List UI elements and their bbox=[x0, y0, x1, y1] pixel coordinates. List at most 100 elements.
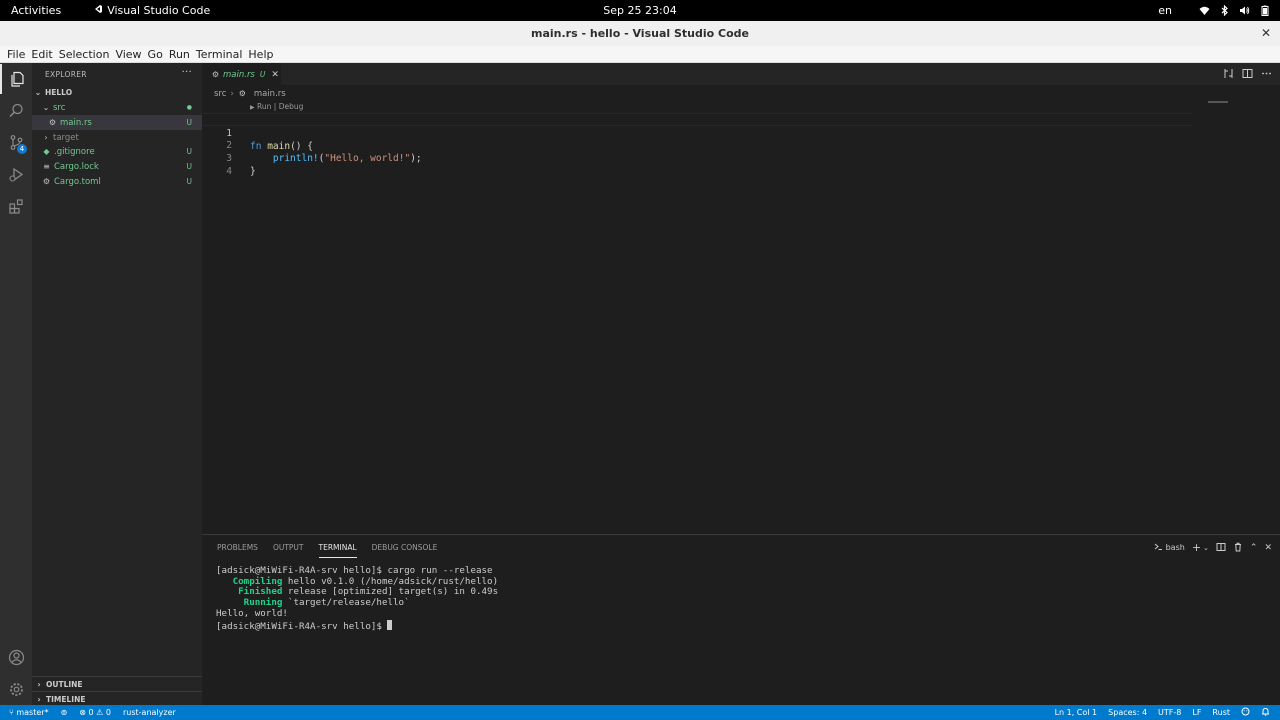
menu-edit[interactable]: Edit bbox=[28, 48, 55, 61]
close-panel-icon[interactable]: ✕ bbox=[1264, 543, 1272, 553]
activity-bar: 4 bbox=[0, 63, 32, 705]
menu-bar: File Edit Selection View Go Run Terminal… bbox=[0, 46, 1280, 63]
tree-item-src[interactable]: ⌄ src ● bbox=[32, 100, 202, 115]
terminal-line: `target/release/hello` bbox=[282, 597, 410, 609]
open-changes-icon[interactable] bbox=[1223, 68, 1234, 79]
terminal-output[interactable]: [adsick@MiWiFi-R4A-srv hello]$ cargo run… bbox=[216, 565, 499, 632]
tree-item-main-rs[interactable]: ⚙ main.rs U bbox=[32, 115, 202, 130]
tab-close-button[interactable]: ✕ bbox=[271, 70, 279, 80]
branch-indicator[interactable]: ⑂ master* bbox=[9, 708, 49, 717]
line-number: 4 bbox=[226, 166, 232, 177]
cursor-position[interactable]: Ln 1, Col 1 bbox=[1055, 708, 1098, 717]
branch-name: master* bbox=[16, 708, 49, 717]
editor-tab-bar: ⚙ main.rs U ✕ bbox=[202, 63, 1280, 85]
battery-icon[interactable] bbox=[1259, 5, 1270, 16]
problems-indicator[interactable]: ⊗ 0 ⚠ 0 bbox=[79, 708, 111, 717]
modified-dot: ● bbox=[186, 104, 192, 111]
lock-file-icon: ≡ bbox=[43, 162, 50, 171]
menu-terminal[interactable]: Terminal bbox=[193, 48, 246, 61]
end-of-line[interactable]: LF bbox=[1192, 708, 1201, 717]
tree-item-cargo-toml[interactable]: ⚙ Cargo.toml U bbox=[32, 174, 202, 189]
bluetooth-icon[interactable] bbox=[1219, 4, 1230, 17]
breadcrumb-src[interactable]: src bbox=[214, 89, 226, 99]
notifications-bell-icon[interactable] bbox=[1261, 707, 1270, 718]
panel-actions: bash + ⌄ ⌃ ✕ bbox=[1154, 541, 1272, 554]
run-debug-icon bbox=[8, 167, 23, 182]
search-view-button[interactable] bbox=[0, 95, 32, 125]
app-menu[interactable]: Visual Studio Code bbox=[93, 4, 210, 17]
terminal-line: release [optimized] target(s) in 0.49s bbox=[282, 586, 499, 598]
window-close-button[interactable]: ✕ bbox=[1261, 26, 1271, 40]
run-debug-view-button[interactable] bbox=[0, 159, 32, 189]
punctuation-token: } bbox=[250, 166, 256, 177]
explorer-more-actions-button[interactable]: ··· bbox=[182, 67, 192, 78]
tree-item-label: .gitignore bbox=[54, 146, 95, 157]
explorer-title: EXPLORER bbox=[45, 69, 87, 79]
wifi-icon[interactable] bbox=[1199, 5, 1210, 16]
code-line: 3 } bbox=[202, 139, 1192, 177]
terminal-line: Hello, world! bbox=[216, 607, 288, 619]
encoding[interactable]: UTF-8 bbox=[1158, 708, 1181, 717]
untracked-badge: U bbox=[186, 162, 193, 171]
panel-tabs: PROBLEMS OUTPUT TERMINAL DEBUG CONSOLE bbox=[217, 543, 437, 558]
terminal-shell-icon bbox=[1154, 542, 1163, 553]
rust-file-icon: ⚙ bbox=[211, 70, 220, 79]
untracked-badge: U bbox=[186, 118, 193, 127]
new-terminal-icon[interactable]: + bbox=[1192, 541, 1201, 554]
trash-icon[interactable] bbox=[1233, 542, 1243, 554]
language-mode[interactable]: Rust bbox=[1212, 708, 1230, 717]
code-editor[interactable]: ▶ Run | Debug 1 fn main() { 2 println!("… bbox=[202, 100, 1280, 532]
volume-icon[interactable] bbox=[1239, 5, 1250, 16]
keyboard-layout[interactable]: en bbox=[1158, 4, 1172, 17]
feedback-icon[interactable] bbox=[1241, 707, 1250, 718]
tree-item-target[interactable]: › target bbox=[32, 130, 202, 145]
outline-section[interactable]: › OUTLINE bbox=[32, 676, 202, 691]
codelens: ▶ Run | Debug bbox=[250, 102, 303, 111]
rust-analyzer-status[interactable]: rust-analyzer bbox=[123, 708, 176, 717]
maximize-panel-icon[interactable]: ⌃ bbox=[1250, 543, 1258, 553]
chevron-down-icon[interactable]: ⌄ bbox=[1203, 544, 1209, 552]
activities-button[interactable]: Activities bbox=[11, 4, 61, 17]
menu-selection[interactable]: Selection bbox=[56, 48, 113, 61]
accounts-button[interactable] bbox=[0, 642, 32, 672]
source-control-view-button[interactable]: 4 bbox=[0, 127, 32, 157]
folder-hello[interactable]: ⌄ HELLO bbox=[32, 85, 202, 100]
menu-view[interactable]: View bbox=[112, 48, 144, 61]
terminal-shell-name[interactable]: bash bbox=[1166, 543, 1185, 552]
indentation[interactable]: Spaces: 4 bbox=[1108, 708, 1147, 717]
explorer-view-button[interactable] bbox=[0, 64, 32, 94]
minimap[interactable] bbox=[1208, 101, 1228, 103]
split-terminal-icon[interactable] bbox=[1216, 542, 1226, 554]
tree-item-cargo-lock[interactable]: ≡ Cargo.lock U bbox=[32, 159, 202, 174]
code-line: 2 println!("Hello, world!"); bbox=[202, 126, 1192, 164]
tab-problems[interactable]: PROBLEMS bbox=[217, 543, 258, 558]
extensions-view-button[interactable] bbox=[0, 191, 32, 221]
manage-button[interactable] bbox=[0, 674, 32, 704]
codelens-debug[interactable]: Debug bbox=[279, 102, 304, 111]
tab-output[interactable]: OUTPUT bbox=[273, 543, 304, 558]
settings-file-icon: ⚙ bbox=[42, 177, 51, 186]
sync-icon[interactable]: ⊚ bbox=[61, 708, 68, 717]
status-bar: ⑂ master* ⊚ ⊗ 0 ⚠ 0 rust-analyzer Ln 1, … bbox=[0, 705, 1280, 720]
untracked-badge: U bbox=[186, 147, 193, 156]
tree-item-gitignore[interactable]: ◆ .gitignore U bbox=[32, 144, 202, 159]
split-editor-icon[interactable] bbox=[1242, 68, 1253, 79]
tab-main-rs[interactable]: ⚙ main.rs U ✕ bbox=[202, 63, 281, 85]
breadcrumb-main-rs[interactable]: main.rs bbox=[254, 89, 286, 99]
outline-label: OUTLINE bbox=[46, 679, 83, 689]
play-icon: ▶ bbox=[250, 104, 255, 111]
menu-run[interactable]: Run bbox=[166, 48, 193, 61]
menu-go[interactable]: Go bbox=[145, 48, 166, 61]
chevron-right-icon: › bbox=[37, 679, 41, 689]
more-actions-icon[interactable] bbox=[1261, 68, 1272, 79]
terminal-prompt: [adsick@MiWiFi-R4A-srv hello]$ bbox=[216, 620, 388, 632]
tab-terminal[interactable]: TERMINAL bbox=[318, 543, 357, 558]
tab-debug-console[interactable]: DEBUG CONSOLE bbox=[372, 543, 438, 558]
menu-help[interactable]: Help bbox=[245, 48, 276, 61]
tab-untracked-badge: U bbox=[259, 70, 266, 79]
codelens-run[interactable]: Run bbox=[257, 102, 271, 111]
gear-icon bbox=[9, 682, 23, 696]
clock[interactable]: Sep 25 23:04 bbox=[603, 4, 676, 17]
menu-file[interactable]: File bbox=[4, 48, 28, 61]
timeline-section[interactable]: › TIMELINE bbox=[32, 691, 202, 706]
